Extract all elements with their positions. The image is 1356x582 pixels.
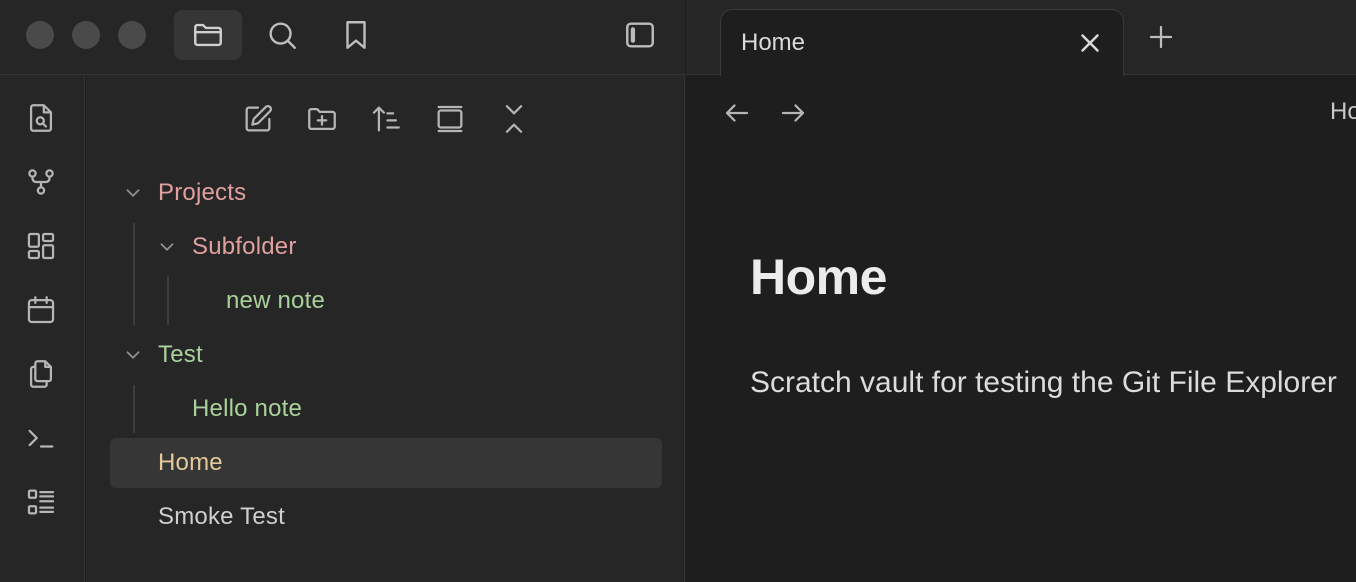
tree-file-new-note[interactable]: new note: [226, 276, 662, 326]
indent-guide: [133, 223, 135, 325]
chevrons-collapse-icon: [505, 105, 523, 133]
graph-view-button[interactable]: [20, 161, 62, 203]
view-header-title[interactable]: Home: [1330, 98, 1356, 126]
folder-plus-icon: [308, 107, 336, 131]
bookmark-icon: [346, 21, 366, 49]
chevron-down-icon: [160, 243, 174, 251]
tab-home[interactable]: Home: [720, 9, 1124, 76]
tree-file-smoke-test[interactable]: Smoke Test: [158, 492, 662, 542]
tree-file-home[interactable]: Home: [158, 438, 662, 488]
tree-folder-test[interactable]: Test: [122, 330, 662, 380]
note-view: Home Home Scratch vault for testing the …: [686, 76, 1356, 582]
bookmarks-view-button[interactable]: [322, 10, 390, 60]
layout-dashboard-icon: [27, 232, 55, 260]
list-icon: [27, 489, 55, 515]
search-view-button[interactable]: [248, 10, 316, 60]
git-fork-icon: [28, 169, 54, 195]
plus-icon[interactable]: [1146, 22, 1176, 52]
tree-item-label: Smoke Test: [158, 503, 285, 530]
templates-button[interactable]: [20, 353, 62, 395]
gallery-icon: [437, 105, 463, 133]
file-search-icon: [29, 104, 53, 132]
close-icon[interactable]: [1075, 28, 1105, 58]
tree-item-label: Projects: [158, 179, 247, 206]
sidebar-titlebar: [0, 0, 685, 75]
sidebar-toggle-icon: [626, 22, 654, 48]
collapse-all-button[interactable]: [492, 97, 536, 141]
obsidian-window: Projects Subfolder new note Test Hello n…: [0, 0, 1356, 582]
new-note-button[interactable]: [236, 97, 280, 141]
toggle-sidebar-button[interactable]: [606, 10, 674, 60]
chevron-down-icon: [126, 351, 140, 359]
tree-item-label: Hello note: [192, 395, 303, 422]
copy-files-icon: [29, 360, 53, 388]
arrow-right-icon[interactable]: [778, 98, 808, 128]
sort-button[interactable]: [364, 97, 408, 141]
tree-item-label: Test: [158, 341, 203, 368]
tree-item-label: Subfolder: [192, 233, 297, 260]
git-list-button[interactable]: [20, 481, 62, 523]
note-heading: Home: [750, 249, 887, 305]
terminal-icon: [28, 429, 54, 448]
daily-note-button[interactable]: [20, 289, 62, 331]
indent-guide: [167, 276, 169, 325]
chevron-down-icon: [126, 189, 140, 197]
tab-title: Home: [741, 29, 806, 56]
files-view-button[interactable]: [174, 10, 242, 60]
tree-folder-subfolder[interactable]: Subfolder: [156, 222, 662, 272]
file-explorer: Projects Subfolder new note Test Hello n…: [86, 75, 685, 582]
sort-icon: [372, 106, 400, 132]
search-icon: [269, 22, 296, 49]
new-folder-button[interactable]: [300, 97, 344, 141]
folder-icon: [194, 23, 222, 47]
quick-switcher-button[interactable]: [20, 97, 62, 139]
note-paragraph: Scratch vault for testing the Git File E…: [750, 366, 1337, 399]
tree-file-hello-note[interactable]: Hello note: [192, 384, 662, 434]
tree-item-label: new note: [226, 287, 326, 314]
calendar-icon: [27, 296, 55, 324]
tab-bar: Home: [686, 0, 1356, 76]
command-palette-button[interactable]: [20, 417, 62, 459]
arrow-left-icon[interactable]: [722, 98, 752, 128]
zoom-window-button[interactable]: [118, 21, 146, 49]
canvas-button[interactable]: [20, 225, 62, 267]
tree-item-label: Home: [158, 449, 223, 476]
tree-folder-projects[interactable]: Projects: [122, 168, 662, 218]
close-window-button[interactable]: [26, 21, 54, 49]
auto-reveal-button[interactable]: [428, 97, 472, 141]
edit-icon: [245, 104, 273, 132]
minimize-window-button[interactable]: [72, 21, 100, 49]
indent-guide: [133, 385, 135, 433]
ribbon: [0, 75, 85, 582]
